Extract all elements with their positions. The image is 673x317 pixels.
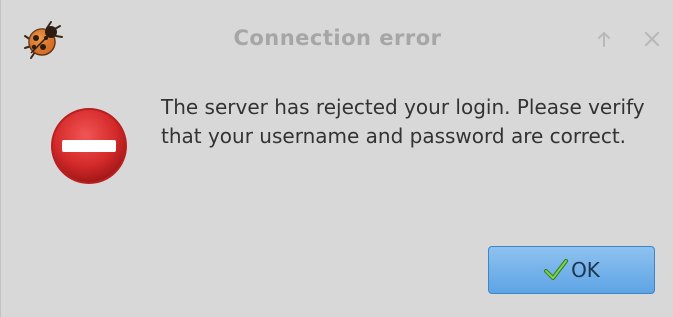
- checkmark-icon: [544, 259, 569, 280]
- dialog-content: The server has rejected your login. Plea…: [1, 76, 673, 317]
- dialog-window: Connection error The server has rejected…: [0, 0, 673, 317]
- error-no-entry-icon: [51, 108, 127, 184]
- window-title: Connection error: [233, 26, 442, 50]
- arrow-up-icon[interactable]: [591, 26, 617, 52]
- error-message: The server has rejected your login. Plea…: [161, 95, 645, 148]
- ok-button-label: OK: [571, 258, 600, 282]
- ok-button[interactable]: OK: [488, 246, 655, 294]
- ladybug-icon: [24, 21, 63, 59]
- title-bar[interactable]: Connection error: [1, 0, 673, 76]
- close-icon[interactable]: [639, 26, 665, 52]
